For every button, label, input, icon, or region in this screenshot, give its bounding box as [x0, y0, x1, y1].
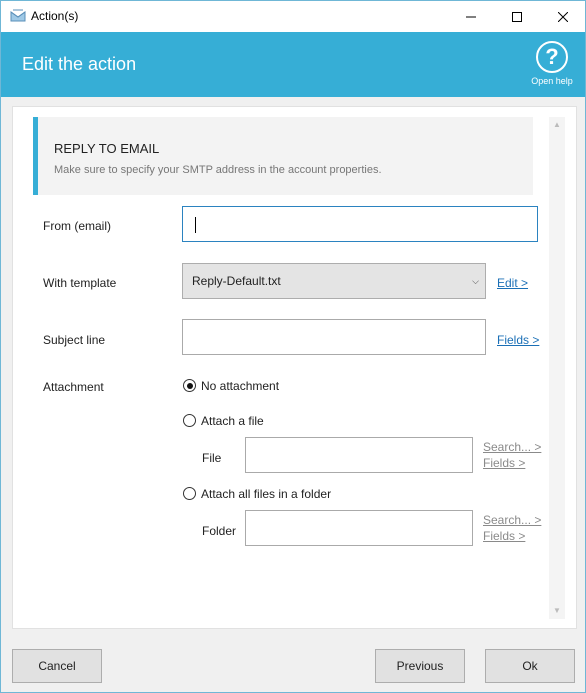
action-type-hint: Make sure to specify your SMTP address i… — [54, 164, 382, 176]
subject-input[interactable] — [182, 319, 486, 355]
chevron-down-icon: ⌵ — [472, 276, 479, 286]
minimize-button[interactable] — [448, 1, 494, 32]
action-type-title: REPLY TO EMAIL — [54, 141, 160, 156]
subject-fields-link[interactable]: Fields > — [497, 333, 539, 347]
maximize-button[interactable] — [494, 1, 540, 32]
text-caret — [195, 217, 196, 233]
open-help-label: Open help — [531, 76, 573, 86]
from-email-input[interactable] — [182, 206, 538, 242]
scroll-up-arrow-icon[interactable]: ▲ — [549, 117, 565, 133]
help-question-icon: ? — [536, 41, 568, 73]
close-icon — [558, 11, 568, 22]
no-attachment-label[interactable]: No attachment — [201, 379, 279, 393]
minimize-icon — [466, 16, 476, 17]
attachment-label: Attachment — [43, 380, 104, 394]
folder-fields-link[interactable]: Fields > — [483, 529, 525, 543]
template-selected-value: Reply-Default.txt — [192, 274, 281, 288]
file-label: File — [202, 451, 222, 465]
action-info-box: REPLY TO EMAIL Make sure to specify your… — [33, 117, 533, 195]
attach-file-label[interactable]: Attach a file — [201, 414, 264, 428]
attach-folder-label[interactable]: Attach all files in a folder — [201, 487, 331, 501]
from-label: From (email) — [43, 219, 111, 233]
app-envelope-icon — [10, 9, 26, 22]
template-edit-link[interactable]: Edit > — [497, 276, 528, 290]
file-search-link[interactable]: Search... > — [483, 440, 541, 454]
folder-label: Folder — [202, 524, 237, 538]
open-help-button[interactable]: ? Open help — [527, 41, 577, 91]
action-dialog: Action(s) Edit the action ? Open help ▲ … — [0, 0, 586, 693]
ok-button[interactable]: Ok — [485, 649, 575, 683]
close-button[interactable] — [540, 1, 586, 32]
attach-folder-radio[interactable] — [183, 487, 196, 500]
previous-button[interactable]: Previous — [375, 649, 465, 683]
header-title: Edit the action — [22, 54, 137, 74]
vertical-scrollbar[interactable]: ▲ ▼ — [549, 117, 565, 619]
scroll-down-arrow-icon[interactable]: ▼ — [549, 603, 565, 619]
folder-input[interactable] — [245, 510, 473, 546]
dialog-header: Edit the action ? Open help — [1, 32, 585, 97]
maximize-icon — [512, 11, 522, 22]
template-select[interactable]: Reply-Default.txt ⌵ — [182, 263, 486, 299]
cancel-button[interactable]: Cancel — [12, 649, 102, 683]
folder-search-link[interactable]: Search... > — [483, 513, 541, 527]
title-bar: Action(s) — [1, 1, 585, 32]
no-attachment-radio[interactable] — [183, 379, 196, 392]
attach-file-radio[interactable] — [183, 414, 196, 427]
window-title: Action(s) — [31, 9, 79, 23]
subject-label: Subject line — [43, 333, 106, 347]
file-input[interactable] — [245, 437, 473, 473]
content-panel: ▲ ▼ REPLY TO EMAIL Make sure to specify … — [12, 106, 577, 629]
template-label: With template — [43, 276, 117, 290]
file-fields-link[interactable]: Fields > — [483, 456, 525, 470]
